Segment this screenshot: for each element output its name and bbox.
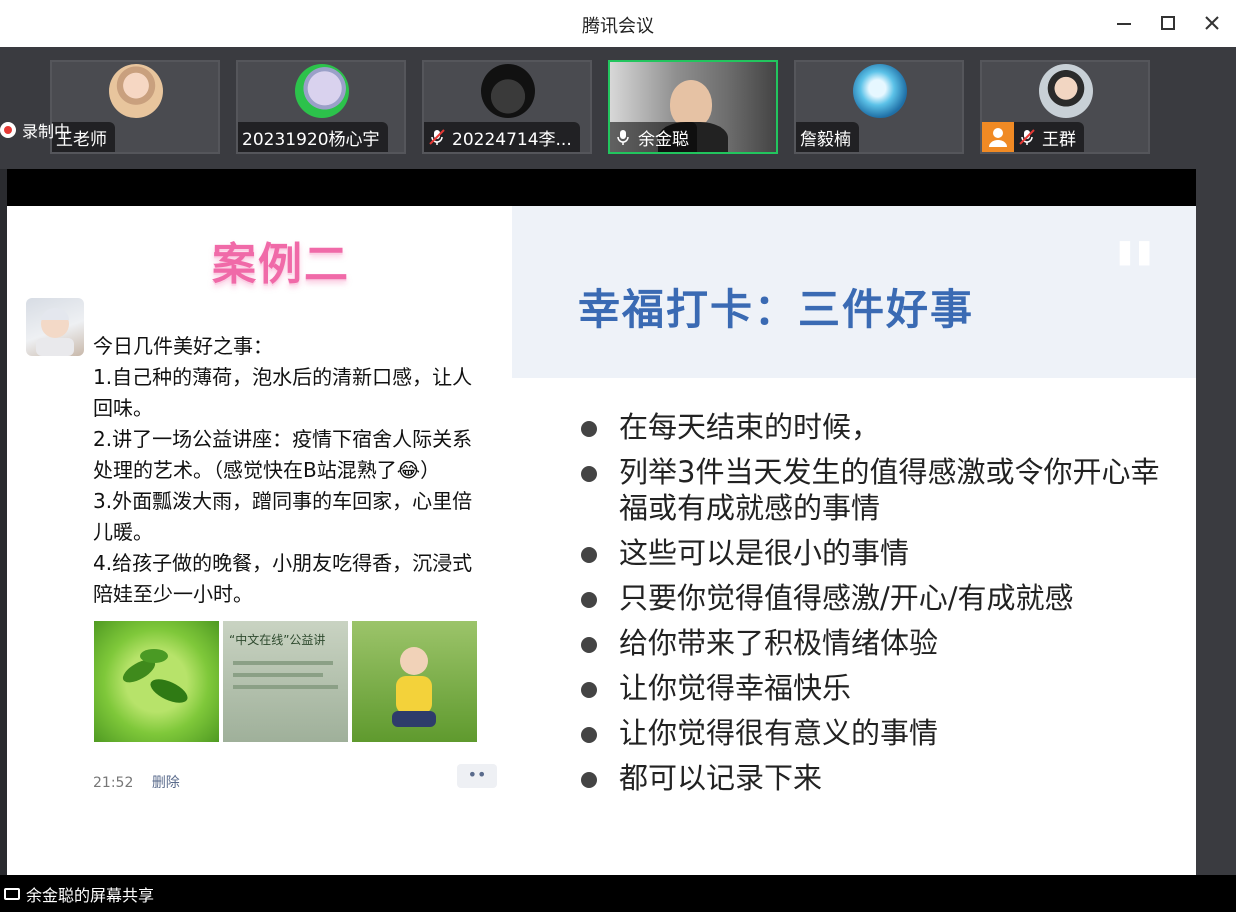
participant-tile[interactable]: 20224714李... bbox=[422, 60, 592, 154]
bullet-dot-icon bbox=[581, 637, 597, 653]
bullet-item: 只要你觉得值得感激/开心/有成就感 bbox=[577, 580, 1167, 616]
avatar bbox=[1039, 64, 1093, 118]
moment-post-text: 今日几件美好之事： 1.自己种的薄荷，泡水后的清新口感，让人 回味。 2.讲了一… bbox=[93, 331, 503, 610]
participant-name: 20224714李... bbox=[452, 129, 572, 150]
delete-link[interactable]: 删除 bbox=[152, 775, 180, 791]
mic-muted-icon bbox=[429, 129, 445, 145]
participant-tile[interactable]: 王老师 bbox=[50, 60, 220, 154]
minimize-button[interactable] bbox=[1111, 10, 1137, 36]
mint-tea-photo[interactable] bbox=[94, 621, 219, 742]
post-line: 陪娃至少一小时。 bbox=[93, 582, 253, 606]
post-time: 21:52 bbox=[93, 775, 134, 791]
bullet-dot-icon bbox=[581, 772, 597, 788]
side-panel bbox=[1196, 169, 1236, 875]
maximize-button[interactable] bbox=[1155, 10, 1181, 36]
post-line: 处理的艺术。（感觉快在B站混熟了😂） bbox=[93, 458, 441, 482]
participant-tile[interactable]: 詹毅楠 bbox=[794, 60, 964, 154]
post-photos: “中文在线”公益讲 bbox=[94, 621, 477, 742]
poster-text: “中文在线”公益讲 bbox=[229, 633, 326, 647]
avatar bbox=[26, 298, 84, 356]
bullet-item: 让你觉得幸福快乐 bbox=[577, 670, 1167, 706]
avatar bbox=[481, 64, 535, 118]
post-line: 回味。 bbox=[93, 396, 153, 420]
bullet-dot-icon bbox=[581, 421, 597, 437]
participant-name-bar: 20224714李... bbox=[424, 122, 580, 152]
host-badge-icon bbox=[982, 122, 1014, 152]
close-button[interactable] bbox=[1199, 10, 1225, 36]
participant-tile[interactable]: 20231920杨心宇 bbox=[236, 60, 406, 154]
participant-name-bar: 20231920杨心宇 bbox=[238, 122, 388, 152]
post-line: 3.外面瓢泼大雨，蹭同事的车回家，心里倍 bbox=[93, 489, 473, 513]
child-photo[interactable] bbox=[352, 621, 477, 742]
recording-icon bbox=[0, 122, 16, 138]
bullet-dot-icon bbox=[581, 592, 597, 608]
slide-title: 幸福打卡：三件好事 bbox=[578, 285, 975, 334]
screen-share-icon bbox=[4, 887, 20, 900]
baby-avatar-icon bbox=[36, 308, 74, 356]
more-button[interactable]: •• bbox=[457, 764, 497, 788]
participant-name: 余金聪 bbox=[638, 129, 689, 150]
close-icon bbox=[1205, 16, 1219, 30]
participant-tile-speaking[interactable]: 余金聪 bbox=[608, 60, 778, 154]
lecture-poster-photo[interactable]: “中文在线”公益讲 bbox=[223, 621, 348, 742]
avatar bbox=[109, 64, 163, 118]
minimize-icon bbox=[1117, 23, 1131, 25]
participant-strip: 王老师 20231920杨心宇 20224714李... 余金聪 詹毅楠 王群 bbox=[0, 47, 1236, 169]
participant-name: 20231920杨心宇 bbox=[242, 129, 380, 150]
post-line: 今日几件美好之事： bbox=[93, 334, 273, 358]
mic-muted-icon bbox=[1019, 129, 1035, 145]
bullet-item: 在每天结束的时候， bbox=[577, 409, 1167, 445]
bullet-list: 在每天结束的时候， 列举3件当天发生的值得感激或令你开心幸福或有成就感的事情 这… bbox=[577, 409, 1167, 805]
bullet-item: 给你带来了积极情绪体验 bbox=[577, 625, 1167, 661]
participant-name-bar: 王群 bbox=[982, 122, 1084, 152]
participant-name-bar: 詹毅楠 bbox=[796, 122, 859, 152]
post-line: 1.自己种的薄荷，泡水后的清新口感，让人 bbox=[93, 365, 473, 389]
post-line: 儿暖。 bbox=[93, 520, 153, 544]
bullet-dot-icon bbox=[581, 682, 597, 698]
post-line: 4.给孩子做的晚餐，小朋友吃得香，沉浸式 bbox=[93, 551, 473, 575]
bullet-item: 让你觉得很有意义的事情 bbox=[577, 715, 1167, 751]
bullet-dot-icon bbox=[581, 466, 597, 482]
participant-tile[interactable]: 王群 bbox=[980, 60, 1150, 154]
avatar bbox=[853, 64, 907, 118]
case-panel: 案例二 今日几件美好之事： 1.自己种的薄荷，泡水后的清新口感，让人 回味。 2… bbox=[7, 206, 512, 875]
avatar bbox=[295, 64, 349, 118]
bullet-item: 都可以记录下来 bbox=[577, 760, 1167, 796]
post-meta: 21:52 删除 bbox=[93, 772, 180, 792]
recording-label: 录制中 bbox=[22, 122, 71, 141]
bullet-dot-icon bbox=[581, 547, 597, 563]
maximize-icon bbox=[1161, 16, 1175, 30]
bullet-item: 列举3件当天发生的值得感激或令你开心幸福或有成就感的事情 bbox=[577, 454, 1167, 526]
participant-name: 詹毅楠 bbox=[800, 129, 851, 150]
participant-name-bar: 余金聪 bbox=[610, 122, 697, 152]
share-status-bar: 余金聪的屏幕共享 bbox=[0, 875, 1236, 912]
quote-mark-icon: " bbox=[1111, 224, 1158, 329]
mic-icon bbox=[617, 130, 629, 145]
window-title: 腾讯会议 bbox=[582, 16, 654, 37]
shared-slide: 案例二 今日几件美好之事： 1.自己种的薄荷，泡水后的清新口感，让人 回味。 2… bbox=[7, 206, 1196, 875]
video-face bbox=[670, 80, 712, 128]
case-title: 案例二 bbox=[212, 239, 350, 290]
post-line: 2.讲了一场公益讲座：疫情下宿舍人际关系 bbox=[93, 427, 473, 451]
bullet-dot-icon bbox=[581, 727, 597, 743]
bullet-item: 这些可以是很小的事情 bbox=[577, 535, 1167, 571]
title-bar: 腾讯会议 bbox=[0, 0, 1236, 47]
participant-name: 王群 bbox=[1042, 129, 1076, 150]
recording-indicator[interactable]: 录制中 bbox=[0, 118, 70, 142]
share-status-label: 余金聪的屏幕共享 bbox=[26, 885, 155, 905]
